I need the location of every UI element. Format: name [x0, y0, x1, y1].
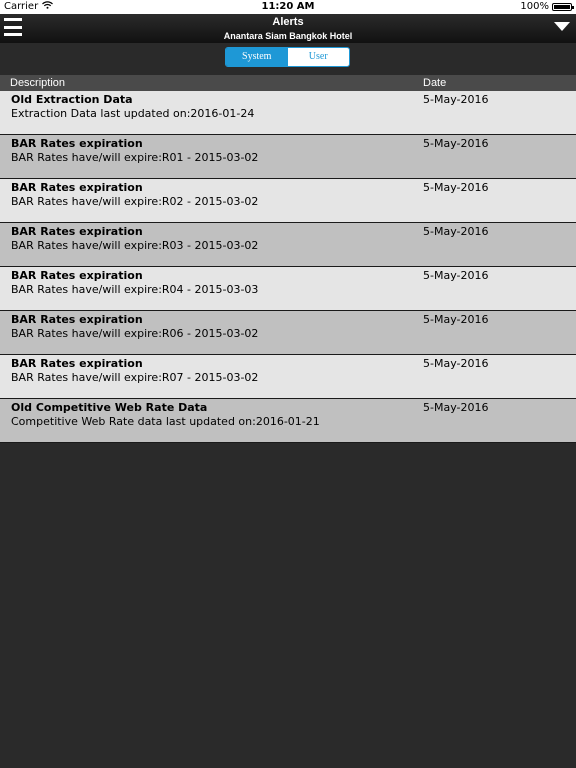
segment-area: System User — [0, 43, 576, 73]
table-row[interactable]: Old Competitive Web Rate Data Competitiv… — [0, 399, 576, 443]
status-time: 11:20 AM — [261, 1, 315, 12]
alert-type-segmented-control: System User — [225, 47, 350, 67]
nav-bar: Alerts Anantara Siam Bangkok Hotel — [0, 14, 576, 43]
alert-title: Old Extraction Data — [11, 93, 133, 106]
table-row[interactable]: BAR Rates expiration BAR Rates have/will… — [0, 355, 576, 399]
alert-detail: BAR Rates have/will expire:R07 - 2015-03… — [11, 371, 259, 384]
alert-detail: Extraction Data last updated on:2016-01-… — [11, 107, 255, 120]
alert-detail: Competitive Web Rate data last updated o… — [11, 415, 320, 428]
alert-title: BAR Rates expiration — [11, 225, 143, 238]
table-row[interactable]: BAR Rates expiration BAR Rates have/will… — [0, 135, 576, 179]
table-row[interactable]: Old Extraction Data Extraction Data last… — [0, 91, 576, 135]
alert-title: BAR Rates expiration — [11, 181, 143, 194]
alert-title: BAR Rates expiration — [11, 357, 143, 370]
alert-detail: BAR Rates have/will expire:R06 - 2015-03… — [11, 327, 259, 340]
page-title: Alerts — [272, 16, 304, 28]
alert-detail: BAR Rates have/will expire:R01 - 2015-03… — [11, 151, 259, 164]
alert-date: 5-May-2016 — [423, 269, 489, 282]
alert-detail: BAR Rates have/will expire:R04 - 2015-03… — [11, 283, 259, 296]
battery-percent: 100% — [520, 1, 549, 12]
table-header: Description Date — [0, 75, 576, 91]
dropdown-arrow-icon[interactable] — [554, 22, 570, 31]
alert-date: 5-May-2016 — [423, 401, 489, 414]
alerts-list: Old Extraction Data Extraction Data last… — [0, 91, 576, 443]
status-right: 100% — [520, 0, 574, 14]
table-row[interactable]: BAR Rates expiration BAR Rates have/will… — [0, 311, 576, 355]
alert-title: BAR Rates expiration — [11, 269, 143, 282]
table-row[interactable]: BAR Rates expiration BAR Rates have/will… — [0, 223, 576, 267]
alert-detail: BAR Rates have/will expire:R03 - 2015-03… — [11, 239, 259, 252]
alert-title: BAR Rates expiration — [11, 137, 143, 150]
table-row[interactable]: BAR Rates expiration BAR Rates have/will… — [0, 179, 576, 223]
alert-date: 5-May-2016 — [423, 137, 489, 150]
alert-title: Old Competitive Web Rate Data — [11, 401, 208, 414]
alert-title: BAR Rates expiration — [11, 313, 143, 326]
column-header-description: Description — [10, 77, 66, 89]
alert-detail: BAR Rates have/will expire:R02 - 2015-03… — [11, 195, 259, 208]
alert-date: 5-May-2016 — [423, 181, 489, 194]
segment-system[interactable]: System — [226, 48, 288, 66]
segment-user[interactable]: User — [287, 48, 349, 66]
table-row[interactable]: BAR Rates expiration BAR Rates have/will… — [0, 267, 576, 311]
status-bar: Carrier 11:20 AM 100% — [0, 0, 576, 14]
battery-icon — [552, 3, 574, 11]
alert-date: 5-May-2016 — [423, 357, 489, 370]
alert-date: 5-May-2016 — [423, 225, 489, 238]
column-header-date: Date — [423, 77, 447, 89]
alert-date: 5-May-2016 — [423, 93, 489, 106]
alert-date: 5-May-2016 — [423, 313, 489, 326]
hotel-name: Anantara Siam Bangkok Hotel — [223, 31, 353, 41]
